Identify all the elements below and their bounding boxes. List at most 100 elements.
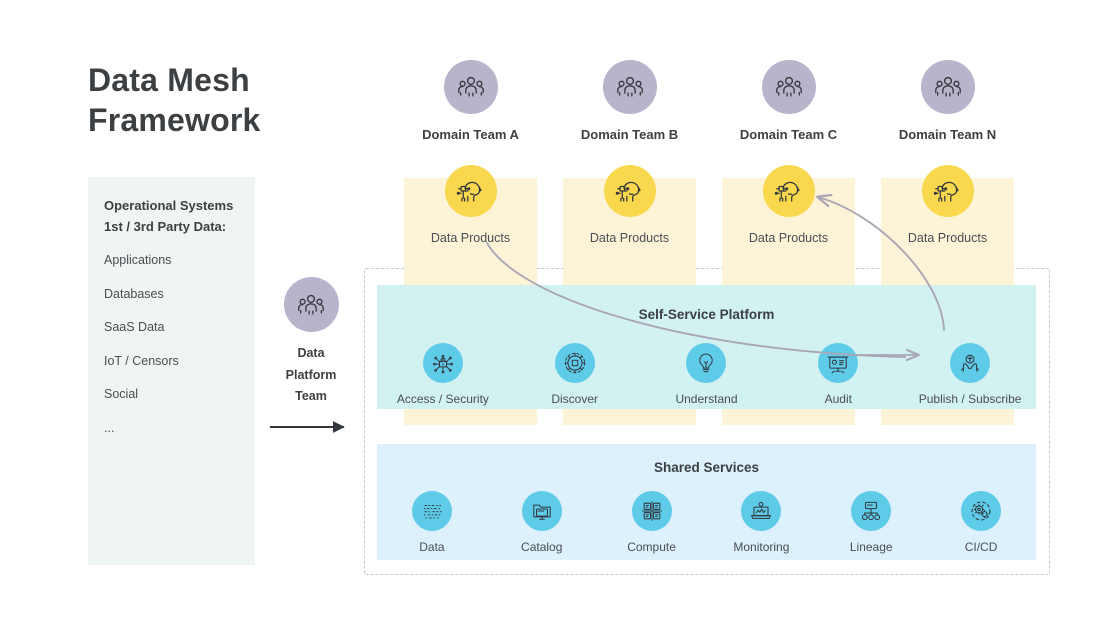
- list-item: Databases: [104, 286, 164, 301]
- service-icon-circle: [818, 343, 859, 383]
- lock-circuit-icon: [432, 354, 453, 374]
- service-item-discover[interactable]: Discover: [509, 343, 641, 406]
- domain-column-c: Domain Team C Data Products: [722, 60, 855, 245]
- page-title-line1: Data Mesh: [88, 62, 250, 98]
- domain-team-label: Domain Team A: [422, 127, 519, 142]
- operational-systems-panel: Operational Systems 1st / 3rd Party Data…: [88, 177, 255, 565]
- data-product-label: Data Products: [430, 231, 511, 245]
- service-label: Publish / Subscribe: [918, 392, 1022, 406]
- brain-circuit-head-icon: [933, 181, 959, 202]
- service-icon-circle: [851, 491, 892, 531]
- data-platform-team: Data Platform Team: [264, 277, 358, 408]
- hands-share-icon: [960, 354, 980, 372]
- brain-circuit-head-icon: [456, 181, 482, 202]
- service-label: CI/CD: [964, 540, 998, 554]
- service-icon-circle: [554, 343, 595, 383]
- brain-circuit-head-icon: [615, 181, 641, 202]
- operational-systems-heading-line2: 1st / 3rd Party Data:: [104, 219, 227, 235]
- domain-team-label: Domain Team C: [739, 127, 838, 142]
- list-item: SaaS Data: [104, 320, 165, 334]
- self-service-platform-band: Self-Service Platform Access / Security …: [377, 285, 1036, 409]
- service-icon-circle: [686, 343, 727, 383]
- service-icon-circle: [422, 343, 463, 383]
- discover-target-icon: [564, 352, 585, 374]
- right-arrow-icon: [270, 421, 345, 433]
- data-product-label: Data Products: [907, 231, 988, 245]
- self-service-platform-items: Access / Security Discover Understand Au…: [377, 343, 1036, 406]
- service-label: Catalog: [521, 540, 563, 554]
- lineage-tree-icon: [862, 501, 881, 521]
- service-label: Data: [419, 540, 445, 554]
- page-title: Data Mesh Framework: [88, 60, 388, 140]
- domain-team-avatar: [602, 60, 657, 114]
- domain-team-avatar: [761, 60, 816, 114]
- service-label: Monitoring: [733, 540, 790, 554]
- service-label: Compute: [627, 540, 676, 554]
- brain-circuit-head-icon: [774, 181, 800, 202]
- people-group-icon: [616, 76, 643, 97]
- domain-team-avatar: [920, 60, 975, 114]
- service-item-audit[interactable]: Audit: [772, 343, 904, 406]
- list-item: IoT / Censors: [104, 353, 179, 368]
- list-item: ...: [104, 420, 115, 435]
- data-platform-team-avatar: [283, 277, 339, 332]
- service-label: Discover: [551, 392, 599, 406]
- page-title-line2: Framework: [88, 102, 261, 138]
- list-item: Social: [104, 387, 139, 401]
- people-group-icon: [934, 76, 961, 97]
- data-platform-team-label-line3: Team: [295, 389, 327, 403]
- operational-systems-list: Applications Databases SaaS Data IoT / C…: [104, 253, 249, 454]
- data-product-label: Data Products: [589, 231, 670, 245]
- service-item-understand[interactable]: Understand: [641, 343, 773, 406]
- data-product-icon-circle: [603, 165, 656, 217]
- presentation-board-icon: [828, 356, 849, 374]
- service-icon-circle: [521, 491, 562, 531]
- shared-services-items: Data Catalog Compute Monitoring Lineage …: [377, 491, 1036, 554]
- service-item-compute[interactable]: Compute: [597, 491, 707, 554]
- service-item-cicd[interactable]: CI/CD: [926, 491, 1036, 554]
- domain-column-b: Domain Team B Data Products: [563, 60, 696, 245]
- service-item-access-security[interactable]: Access / Security: [377, 343, 509, 406]
- service-label: Lineage: [849, 540, 893, 554]
- service-icon-circle: [961, 491, 1002, 531]
- people-group-icon: [298, 294, 324, 315]
- domain-column-n: Domain Team N Data Products: [881, 60, 1014, 245]
- service-label: Access / Security: [396, 392, 489, 406]
- service-item-catalog[interactable]: Catalog: [487, 491, 597, 554]
- data-platform-team-label-line1: Data: [297, 346, 325, 360]
- folder-monitor-icon: [533, 504, 551, 520]
- service-icon-circle: [950, 343, 991, 383]
- list-item: Applications: [104, 253, 172, 267]
- binary-data-icon: [423, 505, 442, 519]
- data-product-icon-circle: [444, 165, 497, 217]
- laptop-monitoring-icon: [751, 501, 772, 519]
- data-platform-team-label: Data Platform Team: [264, 343, 358, 408]
- diagram-canvas: Data Mesh Framework Operational Systems …: [0, 0, 1100, 619]
- domain-team-label: Domain Team B: [580, 127, 679, 142]
- service-icon-circle: [411, 491, 452, 531]
- service-item-monitoring[interactable]: Monitoring: [706, 491, 816, 554]
- domain-team-label: Domain Team N: [898, 127, 997, 142]
- shared-services-title: Shared Services: [653, 460, 760, 475]
- compute-grid-icon: [641, 501, 662, 521]
- self-service-platform-title: Self-Service Platform: [638, 307, 775, 322]
- service-icon-circle: [631, 491, 672, 531]
- operational-systems-heading: Operational Systems 1st / 3rd Party Data…: [104, 195, 249, 237]
- domain-team-avatar: [443, 60, 498, 114]
- people-group-icon: [457, 76, 484, 97]
- service-item-data[interactable]: Data: [377, 491, 487, 554]
- lightbulb-icon: [699, 353, 714, 373]
- service-icon-circle: [741, 491, 782, 531]
- service-label: Understand: [675, 392, 738, 406]
- service-item-lineage[interactable]: Lineage: [816, 491, 926, 554]
- data-platform-team-label-line2: Platform: [285, 367, 337, 382]
- operational-systems-heading-line1: Operational Systems: [104, 198, 234, 213]
- data-product-icon-circle: [921, 165, 974, 217]
- data-product-icon-circle: [762, 165, 815, 217]
- service-item-publish-subscribe[interactable]: Publish / Subscribe: [904, 343, 1036, 406]
- data-product-label: Data Products: [748, 231, 829, 245]
- domain-column-a: Domain Team A Data Products: [404, 60, 537, 245]
- service-label: Audit: [824, 392, 852, 406]
- cicd-gears-icon: [971, 501, 991, 521]
- shared-services-band: Shared Services Data Catalog Compute Mon…: [377, 444, 1036, 560]
